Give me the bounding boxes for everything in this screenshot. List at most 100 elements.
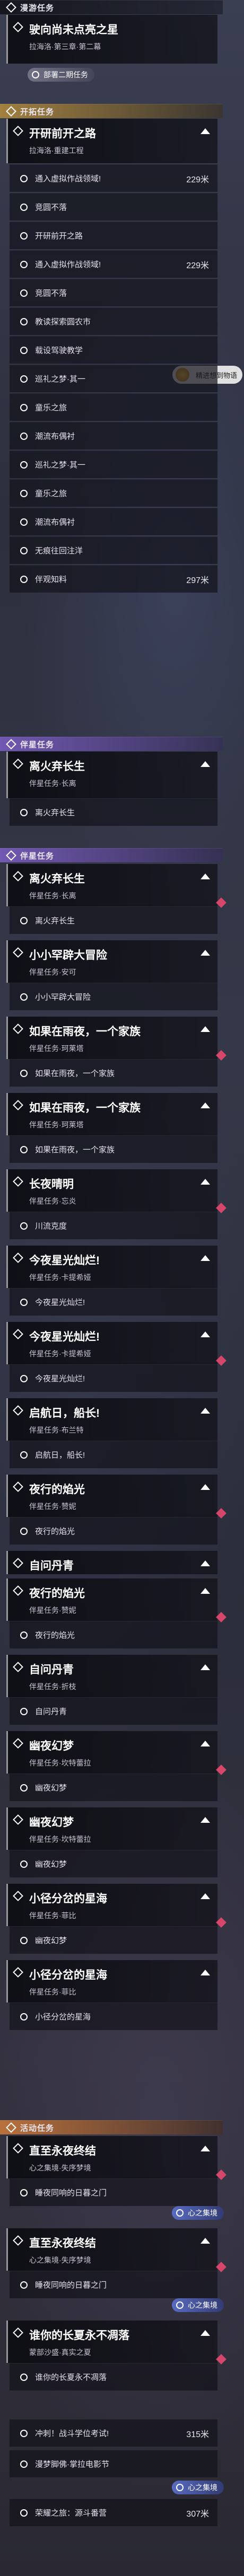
quest-step[interactable]: 竞圆不落 <box>10 279 217 306</box>
step-label: 无痕往回注洋 <box>35 546 83 555</box>
quest-step[interactable]: 自问丹青 <box>10 1697 217 1725</box>
collapse-arrow-icon[interactable] <box>201 2330 210 2336</box>
collapse-arrow-icon[interactable] <box>201 2146 210 2151</box>
quest-step[interactable]: 幽夜幻梦 <box>10 1850 217 1877</box>
step-circle-icon <box>20 1299 28 1306</box>
quest-card[interactable]: 小径分岔的星海 伴星任务·菲比 <box>6 1960 217 2002</box>
quest-step[interactable]: 小径分岔的星海 <box>10 2002 217 2030</box>
quest-step[interactable]: 教读探索圆农市 <box>10 307 217 335</box>
quest-step[interactable]: 伴观知料 297米 <box>10 565 217 593</box>
step-circle-icon <box>20 433 28 440</box>
quest-step[interactable]: 童乐之旅 <box>10 479 217 507</box>
collapse-arrow-icon[interactable] <box>201 1331 210 1337</box>
quest-tag[interactable]: 心之集境 <box>172 2206 224 2220</box>
step-circle-icon <box>20 490 28 497</box>
quest-card[interactable]: 自问丹青 伴星任务·折枝 <box>6 1655 217 1697</box>
quest-tag[interactable]: 心之集境 <box>172 2481 224 2494</box>
quest-card[interactable]: 开研前开之路 拉海洛·重建工程 <box>6 119 217 163</box>
quest-card[interactable]: 自问丹青 <box>6 1551 217 1574</box>
quest-step[interactable]: 巡礼之梦·其一 <box>10 451 217 478</box>
quest-diamond-icon <box>13 1252 23 1263</box>
quest-step[interactable]: 如果在雨夜，一个家族 <box>10 1059 217 1087</box>
quest-step[interactable]: 巡礼之梦·其一 <box>10 365 217 392</box>
collapse-arrow-icon[interactable] <box>201 950 210 956</box>
quest-step[interactable]: 离火弃长生 <box>10 906 217 934</box>
collapse-arrow-icon[interactable] <box>201 1893 210 1899</box>
quest-step[interactable]: 漫梦脚佛·掌拉电影节 <box>10 2450 217 2477</box>
quest-step[interactable]: 荣耀之旅：源斗番营 307米 <box>10 2499 217 2526</box>
quest-subtitle: 伴星任务·珂莱塔 <box>29 1121 84 1129</box>
quest-tag[interactable]: 部署二期任务 <box>28 68 94 82</box>
quest-step[interactable]: 通入虚拟作战领域! 229米 <box>10 164 217 192</box>
quest-step[interactable]: 川流克度 <box>10 1212 217 1239</box>
quest-step[interactable]: 今夜星光灿烂! <box>10 1364 217 1392</box>
collapse-arrow-icon[interactable] <box>201 1102 210 1108</box>
quest-card[interactable]: 离火弃长生 伴星任务·长离 <box>6 864 226 908</box>
collapse-arrow-icon[interactable] <box>201 874 210 879</box>
quest-step[interactable]: 潮流布偶衬 <box>10 422 217 449</box>
step-circle-icon <box>20 1528 28 1535</box>
quest-step[interactable]: 离火弃长生 <box>10 798 217 826</box>
quest-step[interactable]: 无痕往回注洋 <box>10 536 217 564</box>
quest-card[interactable]: 幽夜幻梦 伴星任务·坎特蕾拉 <box>6 1731 226 1775</box>
quest-step[interactable]: 竞圆不落 <box>10 193 217 220</box>
quest-card[interactable]: 直至永夜终结 心之集境·失序梦境 <box>6 2136 226 2180</box>
section-header-companion[interactable]: 伴星任务 <box>0 848 223 862</box>
collapse-arrow-icon[interactable] <box>201 1484 210 1490</box>
quest-card[interactable]: 今夜星光灿烂! 伴星任务·卡提希娅 <box>6 1246 217 1288</box>
quest-step[interactable]: 如果在雨夜，一个家族 <box>10 1135 217 1163</box>
quest-card[interactable]: 夜行的焰光 伴星任务·赞妮 <box>6 1578 226 1622</box>
quest-card[interactable]: 如果在雨夜，一个家族 伴星任务·珂莱塔 <box>6 1017 226 1061</box>
collapse-arrow-icon[interactable] <box>201 1817 210 1823</box>
quest-step[interactable]: 冲刺！战斗学位考试! 315米 <box>10 2419 217 2447</box>
quest-step[interactable]: 谁你的长夏永不凋落 <box>10 2363 217 2390</box>
collapse-arrow-icon[interactable] <box>201 1560 210 1566</box>
collapse-arrow-icon[interactable] <box>201 1179 210 1185</box>
quest-card[interactable]: 长夜晴明 伴星任务·忘炎 <box>6 1169 226 1213</box>
collapse-arrow-icon[interactable] <box>201 761 210 767</box>
quest-step[interactable]: 睡夜同响的日暮之门 <box>10 2178 217 2206</box>
quest-card[interactable]: 启航日，船长! 伴星任务·布兰特 <box>6 1398 217 1441</box>
section-title: 开拓任务 <box>20 107 55 117</box>
quest-step[interactable]: 小小罕辟大冒险 <box>10 983 217 1010</box>
collapse-arrow-icon[interactable] <box>201 1026 210 1032</box>
quest-step[interactable]: 今夜星光灿烂! <box>10 1288 217 1316</box>
quest-card[interactable]: 小径分岔的星海 伴星任务·菲比 <box>6 1884 226 1928</box>
quest-step[interactable]: 载设驾驶教学 <box>10 336 217 364</box>
quest-card[interactable]: 小小罕辟大冒险 伴星任务·安可 <box>6 940 217 983</box>
quest-step[interactable]: 睡夜同响的日暮之门 <box>10 2271 217 2298</box>
collapse-arrow-icon[interactable] <box>201 1664 210 1670</box>
section-header-activity[interactable]: 活动任务 <box>0 2120 223 2134</box>
quest-card[interactable]: 幽夜幻梦 伴星任务·坎特蕾拉 <box>6 1807 217 1850</box>
quest-subtitle: 拉海洛·重建工程 <box>29 146 84 155</box>
quest-card[interactable]: 谁你的长夏永不凋落 蒙部沙盛·真实之夏 <box>6 2321 226 2365</box>
collapse-arrow-icon[interactable] <box>201 2238 210 2244</box>
quest-tag[interactable]: 心之集境 <box>172 2298 224 2312</box>
collapse-arrow-icon[interactable] <box>201 1255 210 1261</box>
collapse-arrow-icon[interactable] <box>201 128 210 134</box>
quest-step[interactable]: 潮流布偶衬 <box>10 508 217 535</box>
section-header-roaming[interactable]: 漫游任务 <box>0 0 223 14</box>
quest-step[interactable]: 夜行的焰光 <box>10 1621 217 1648</box>
quest-card[interactable]: 今夜星光灿烂! 伴星任务·卡提希娅 <box>6 1322 226 1366</box>
quest-step[interactable]: 通入虚拟作战领域! 229米 <box>10 250 217 278</box>
collapse-arrow-icon[interactable] <box>201 1741 210 1746</box>
collapse-arrow-icon[interactable] <box>201 1408 210 1414</box>
quest-title: 离火弃长生 <box>29 873 85 885</box>
quest-card[interactable]: 驶向尚未点亮之星 拉海洛·第三章·第二幕 <box>6 15 217 64</box>
quest-subtitle: 伴星任务·折枝 <box>29 1682 76 1691</box>
quest-step[interactable]: 开研前开之路 <box>10 222 217 249</box>
quest-step[interactable]: 幽夜幻梦 <box>10 1774 217 1801</box>
section-header-companion[interactable]: 伴星任务 <box>0 737 223 751</box>
quest-card[interactable]: 直至永夜终结 心之集境·失序梦境 <box>6 2228 226 2272</box>
quest-step[interactable]: 启航日，船长! <box>10 1441 217 1468</box>
quest-step[interactable]: 夜行的焰光 <box>10 1517 217 1545</box>
quest-step[interactable]: 童乐之旅 <box>10 393 217 421</box>
section-header-mission[interactable]: 开拓任务 <box>0 104 223 118</box>
quest-card[interactable]: 夜行的焰光 伴星任务·赞妮 <box>6 1475 226 1519</box>
quest-step[interactable]: 幽夜幻梦 <box>10 1926 217 1954</box>
quest-card[interactable]: 离火弃长生 伴星任务·长离 <box>6 752 217 798</box>
collapse-arrow-icon[interactable] <box>201 1588 210 1594</box>
collapse-arrow-icon[interactable] <box>201 1970 210 1975</box>
quest-card[interactable]: 如果在雨夜，一个家族 伴星任务·珂莱塔 <box>6 1093 217 1135</box>
